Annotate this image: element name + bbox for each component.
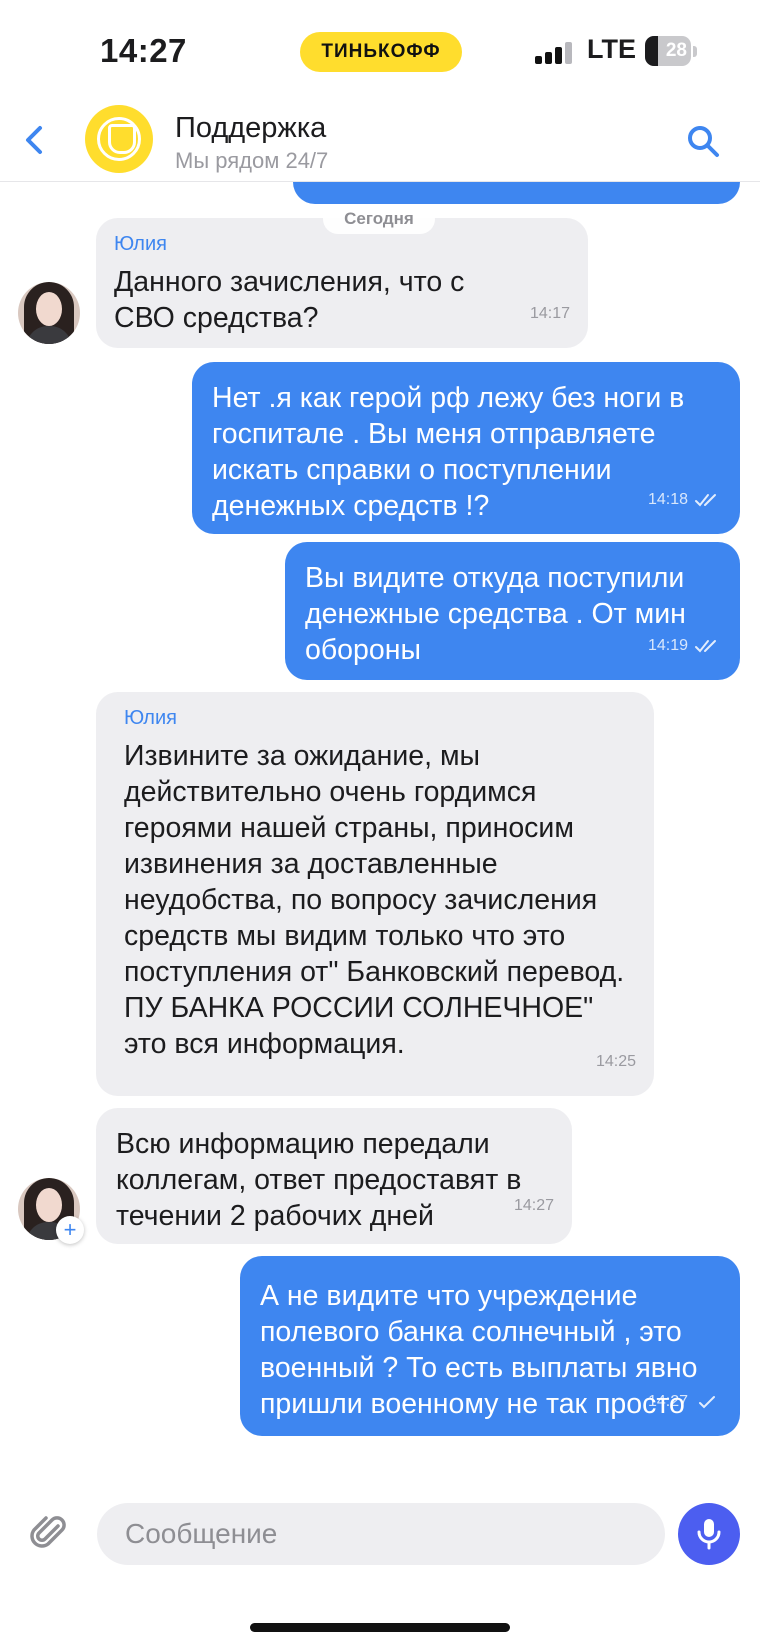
sender-name: Юлия: [124, 707, 177, 729]
chat-header: Поддержка Мы рядом 24/7: [0, 100, 760, 182]
message-time: 14:18: [647, 491, 688, 508]
message-text: Всю информацию передали коллегам, ответ …: [116, 1128, 522, 1232]
message-list[interactable]: Сегодня Юлия Данного зачисления, что с С…: [0, 182, 760, 1484]
status-bar: 14:27 ТИНЬКОФФ LTE 28: [0, 0, 760, 100]
shield-emblem-icon: [97, 117, 141, 161]
chat-title: Поддержка: [175, 112, 327, 144]
chat-subtitle: Мы рядом 24/7: [175, 148, 329, 173]
search-icon[interactable]: [686, 124, 720, 158]
battery-icon: 28: [645, 36, 691, 66]
message-bubble-incoming[interactable]: Юлия Извините за ожидание, мы действител…: [96, 692, 654, 1096]
message-time: 14:25: [595, 1053, 636, 1070]
chevron-left-icon[interactable]: [20, 120, 50, 160]
carrier-pill[interactable]: ТИНЬКОФФ: [300, 32, 462, 72]
message-bubble-cut: [293, 182, 740, 204]
home-indicator[interactable]: [250, 1623, 510, 1632]
sender-name: Юлия: [114, 233, 167, 255]
message-text: Извините за ожидание, мы действительно о…: [124, 740, 625, 1060]
agent-avatar[interactable]: [18, 282, 80, 344]
message-input[interactable]: Сообщение: [97, 1503, 665, 1565]
message-bubble-incoming[interactable]: Всю информацию передали коллегам, ответ …: [96, 1108, 572, 1244]
plus-icon[interactable]: +: [56, 1216, 84, 1244]
microphone-button[interactable]: [678, 1503, 740, 1565]
status-time: 14:27: [100, 32, 187, 69]
microphone-icon: [697, 1519, 721, 1550]
battery-level: 28: [665, 40, 687, 61]
double-check-icon: [695, 494, 716, 507]
message-text: Нет .я как герой рф лежу без ноги в госп…: [212, 382, 685, 522]
message-meta: 14:27: [514, 1188, 554, 1224]
message-bubble-outgoing[interactable]: Нет .я как герой рф лежу без ноги в госп…: [192, 362, 740, 534]
signal-icon: [535, 40, 575, 64]
message-time: 14:17: [529, 305, 570, 322]
date-separator: Сегодня: [323, 204, 435, 234]
message-bubble-outgoing[interactable]: Вы видите откуда поступили денежные сред…: [285, 542, 740, 680]
network-type: LTE: [587, 34, 636, 64]
message-time: 14:19: [647, 637, 688, 654]
battery-tip: [693, 46, 697, 57]
message-time: 14:27: [513, 1197, 554, 1214]
message-composer: Сообщение: [0, 1484, 760, 1646]
message-meta: 14:27: [648, 1384, 722, 1420]
message-text: Данного зачисления, что с СВО средства?: [114, 266, 465, 334]
check-icon: [699, 1396, 715, 1409]
message-meta: 14:17: [530, 296, 570, 332]
message-meta: 14:25: [596, 1044, 636, 1080]
message-meta: 14:18: [648, 482, 722, 518]
paperclip-icon[interactable]: [28, 1512, 70, 1554]
message-meta: 14:19: [648, 628, 722, 664]
bank-logo[interactable]: [85, 105, 153, 173]
message-bubble-outgoing[interactable]: А не видите что учреждение полевого банк…: [240, 1256, 740, 1436]
message-bubble-incoming[interactable]: Юлия Данного зачисления, что с СВО средс…: [96, 218, 588, 348]
double-check-icon: [695, 640, 716, 653]
message-time: 14:27: [647, 1393, 688, 1410]
